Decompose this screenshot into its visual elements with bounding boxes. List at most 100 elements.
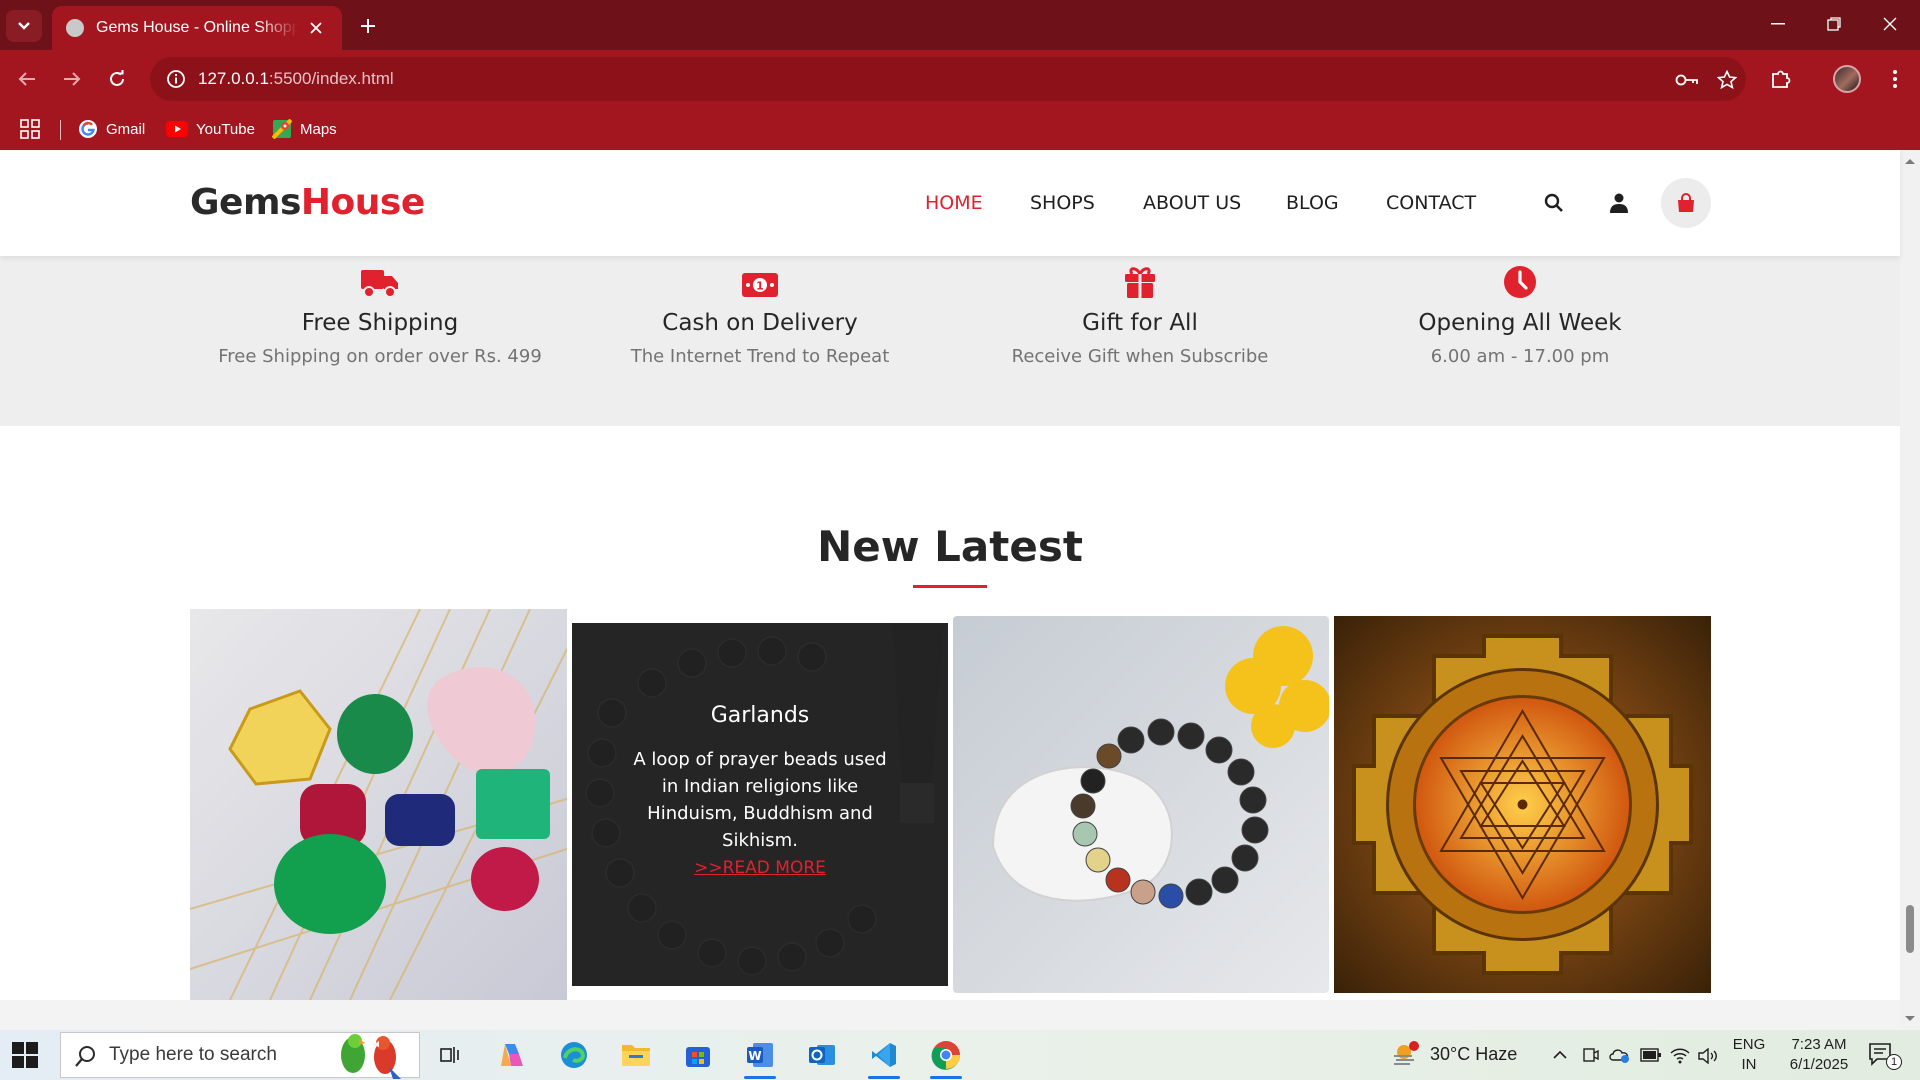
reload-button[interactable] <box>100 62 134 96</box>
svg-text:1: 1 <box>756 280 764 293</box>
product-card-yantra[interactable] <box>1334 616 1711 993</box>
bookmarks-bar: Gmail YouTube Maps <box>0 108 1920 150</box>
money-icon: 1 <box>570 256 950 298</box>
cart-button[interactable] <box>1661 178 1711 228</box>
feature-title: Cash on Delivery <box>662 310 858 336</box>
product-card-garlands[interactable]: Garlands A loop of prayer beads used in … <box>572 623 948 986</box>
nav-shops[interactable]: SHOPS <box>1030 192 1095 214</box>
account-button[interactable] <box>1599 183 1639 223</box>
weather-widget[interactable]: 30°C Haze <box>1392 1040 1517 1068</box>
scroll-up-arrow-icon[interactable] <box>1900 154 1920 168</box>
battery-icon[interactable] <box>1640 1048 1662 1062</box>
bookmark-youtube[interactable]: YouTube <box>166 116 255 142</box>
clock[interactable]: 7:23 AM 6/1/2025 <box>1776 1036 1862 1073</box>
clock-icon <box>1330 256 1710 298</box>
profile-button[interactable] <box>1830 62 1864 96</box>
chevron-up-icon[interactable] <box>1552 1050 1568 1060</box>
bookmark-star-icon[interactable] <box>1714 67 1740 93</box>
minimize-icon <box>1771 23 1785 25</box>
word-button[interactable]: W <box>736 1035 784 1079</box>
chrome-button[interactable] <box>922 1035 970 1079</box>
tab-search-button[interactable] <box>6 10 42 42</box>
edge-button[interactable] <box>550 1035 598 1075</box>
file-explorer-button[interactable] <box>612 1035 660 1075</box>
section-title: New Latest <box>817 522 1083 571</box>
browser-tab-strip: Gems House - Online Shopping <box>0 0 1920 50</box>
feature-free-shipping: Free Shipping Free Shipping on order ove… <box>190 256 570 367</box>
store-icon <box>686 1047 710 1067</box>
clock-time: 7:23 AM <box>1791 1036 1847 1053</box>
new-tab-button[interactable] <box>352 10 384 42</box>
product-card-gemstones[interactable] <box>190 609 567 1000</box>
nav-blog[interactable]: BLOG <box>1286 192 1339 214</box>
arrow-left-icon <box>18 72 35 86</box>
onedrive-icon[interactable] <box>1608 1046 1632 1064</box>
bookmark-maps[interactable]: Maps <box>272 116 337 142</box>
feature-cash-on-delivery: 1 Cash on Delivery The Internet Trend to… <box>570 256 950 367</box>
nav-about-us[interactable]: ABOUT US <box>1143 192 1241 214</box>
feature-opening-all-week: Opening All Week 6.00 am - 17.00 pm <box>1330 256 1710 367</box>
vscode-button[interactable] <box>860 1035 908 1079</box>
store-button[interactable] <box>674 1035 722 1075</box>
features-strip: Free Shipping Free Shipping on order ove… <box>0 256 1900 426</box>
plus-icon <box>361 19 375 33</box>
site-info-icon[interactable] <box>164 67 188 91</box>
browser-menu-button[interactable] <box>1878 62 1912 96</box>
outlook-button[interactable] <box>798 1035 846 1075</box>
feature-subtitle: 6.00 am - 17.00 pm <box>1430 346 1610 367</box>
page-scrollbar[interactable] <box>1900 150 1920 1030</box>
meet-now-icon[interactable] <box>1582 1046 1600 1064</box>
scroll-down-arrow-icon[interactable] <box>1900 1012 1920 1026</box>
address-bar[interactable]: 127.0.0.1:5500/index.html <box>150 57 1746 101</box>
svg-text:W: W <box>748 1049 761 1063</box>
read-more-link[interactable]: >>READ MORE <box>694 858 826 878</box>
gemstones-image <box>190 609 567 1000</box>
weather-haze-icon <box>1394 1041 1419 1065</box>
feature-title: Opening All Week <box>1418 310 1622 336</box>
restore-button[interactable] <box>1806 0 1862 48</box>
volume-icon[interactable] <box>1698 1048 1718 1064</box>
taskbar-search-input[interactable]: Type here to search <box>60 1032 420 1079</box>
bookmark-gmail[interactable]: Gmail <box>78 116 145 142</box>
task-view-button[interactable] <box>426 1035 474 1075</box>
feature-gift-for-all: Gift for All Receive Gift when Subscribe <box>950 256 1330 367</box>
forward-button[interactable] <box>55 62 89 96</box>
url-host: 127.0.0.1 <box>198 69 269 88</box>
notification-center-button[interactable]: 1 <box>1868 1042 1902 1070</box>
close-window-button[interactable] <box>1862 0 1918 48</box>
apps-button[interactable] <box>20 116 40 142</box>
minimize-button[interactable] <box>1750 0 1806 48</box>
language-indicator[interactable]: ENG IN <box>1732 1036 1766 1073</box>
back-button[interactable] <box>10 62 44 96</box>
truck-icon <box>190 256 570 298</box>
maps-icon <box>272 119 292 139</box>
nav-contact[interactable]: CONTACT <box>1386 192 1476 214</box>
scrollbar-thumb[interactable] <box>1906 905 1914 953</box>
copilot-icon <box>501 1044 523 1066</box>
windows-start-icon[interactable] <box>12 1042 38 1068</box>
globe-icon <box>66 19 84 37</box>
search-icon <box>75 1046 95 1067</box>
copilot-button[interactable] <box>488 1035 536 1075</box>
password-key-icon[interactable] <box>1674 67 1700 93</box>
nav-home[interactable]: HOME <box>925 192 983 214</box>
search-button[interactable] <box>1534 183 1574 223</box>
weather-text: 30°C Haze <box>1430 1043 1518 1064</box>
wifi-icon[interactable] <box>1670 1048 1690 1064</box>
search-placeholder: Type here to search <box>109 1044 277 1065</box>
extensions-button[interactable] <box>1764 62 1798 96</box>
browser-tab-active[interactable]: Gems House - Online Shopping <box>52 6 342 50</box>
edge-icon <box>561 1042 587 1068</box>
next-section-edge <box>0 1000 1900 1030</box>
site-header: GemsHouse HOME SHOPS ABOUT US BLOG CONTA… <box>0 150 1900 256</box>
folder-icon <box>622 1045 650 1066</box>
google-icon <box>79 120 97 138</box>
close-tab-button[interactable] <box>304 16 328 40</box>
bookmark-separator <box>60 120 61 140</box>
task-view-icon <box>440 1047 459 1063</box>
site-logo[interactable]: GemsHouse <box>190 182 425 223</box>
logo-text-primary: Gems <box>190 182 301 223</box>
arrow-right-icon <box>64 72 81 86</box>
reload-icon <box>110 70 124 86</box>
product-card-bracelet[interactable] <box>953 616 1329 993</box>
